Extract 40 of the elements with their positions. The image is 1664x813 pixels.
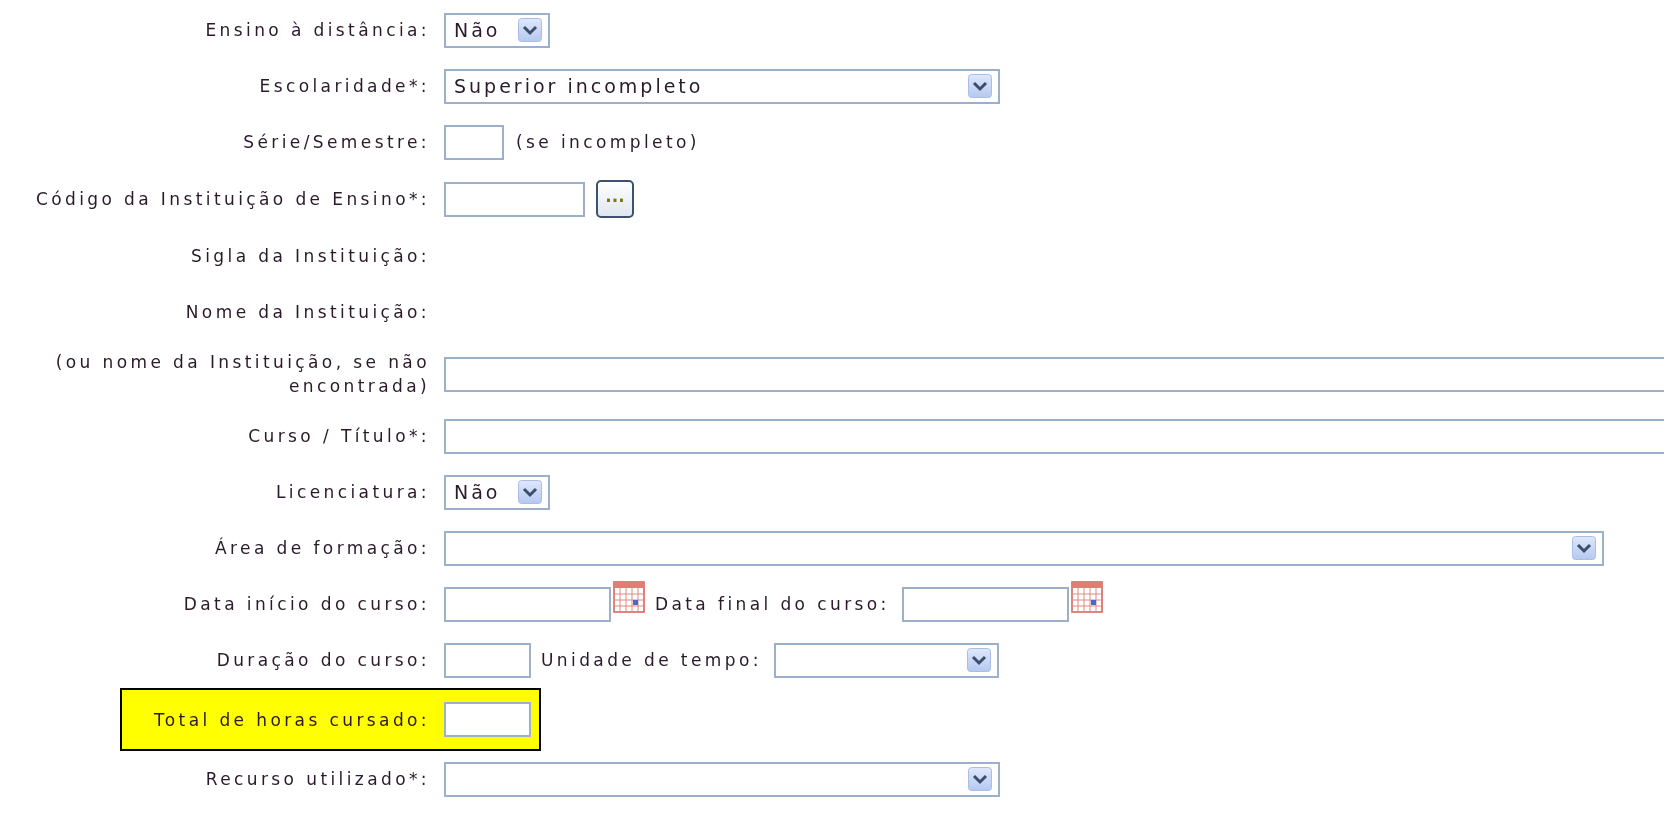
chevron-down-icon <box>966 648 991 672</box>
chevron-down-icon <box>518 18 542 42</box>
field-label: Sigla da Instituição: <box>190 245 430 268</box>
text-field[interactable] <box>444 418 1664 454</box>
field-label: Data final do curso: <box>655 594 890 614</box>
field-label: Recurso utilizado*: <box>204 768 430 791</box>
field-label: Código da Instituição de Ensino*: <box>34 188 430 211</box>
text-field[interactable] <box>444 642 531 678</box>
dropdown[interactable] <box>773 642 999 678</box>
date-field[interactable] <box>444 586 611 622</box>
dropdown[interactable]: Superior incompleto <box>444 68 1000 104</box>
hint-text: (se incompleto) <box>516 132 700 152</box>
chevron-down-icon <box>968 767 992 791</box>
field-label: Licenciatura: <box>274 481 430 504</box>
field-label: Área de formação: <box>214 536 430 560</box>
text-field[interactable] <box>444 124 504 160</box>
dropdown[interactable]: Não <box>444 474 550 510</box>
text-field[interactable] <box>444 356 1664 392</box>
text-field[interactable] <box>444 702 531 737</box>
calendar-icon <box>1070 580 1103 613</box>
calendar-icon <box>613 580 645 613</box>
chevron-down-icon <box>518 480 542 504</box>
dropdown[interactable] <box>444 761 1000 797</box>
field-label: Ensino à distância: <box>204 19 430 42</box>
date-field[interactable] <box>901 586 1069 622</box>
field-label: Unidade de tempo: <box>541 650 762 670</box>
field-label: Total de horas cursado: <box>152 708 430 732</box>
field-label: Série/Semestre: <box>242 131 430 154</box>
browse-button[interactable]: ... <box>596 180 634 218</box>
chevron-down-icon <box>1572 536 1596 560</box>
field-label: Curso / Título*: <box>247 425 430 448</box>
chevron-down-icon <box>968 74 992 98</box>
field-label: (ou nome da Instituição, se não encontrada) <box>54 351 430 398</box>
field-label: Duração do curso: <box>215 649 430 672</box>
field-label: Escolaridade*: <box>258 75 430 98</box>
dropdown[interactable] <box>444 530 1604 566</box>
field-label: Data início do curso: <box>182 593 430 616</box>
dropdown[interactable]: Não <box>444 12 550 48</box>
text-field[interactable] <box>444 181 585 217</box>
field-label: Nome da Instituição: <box>184 301 430 324</box>
